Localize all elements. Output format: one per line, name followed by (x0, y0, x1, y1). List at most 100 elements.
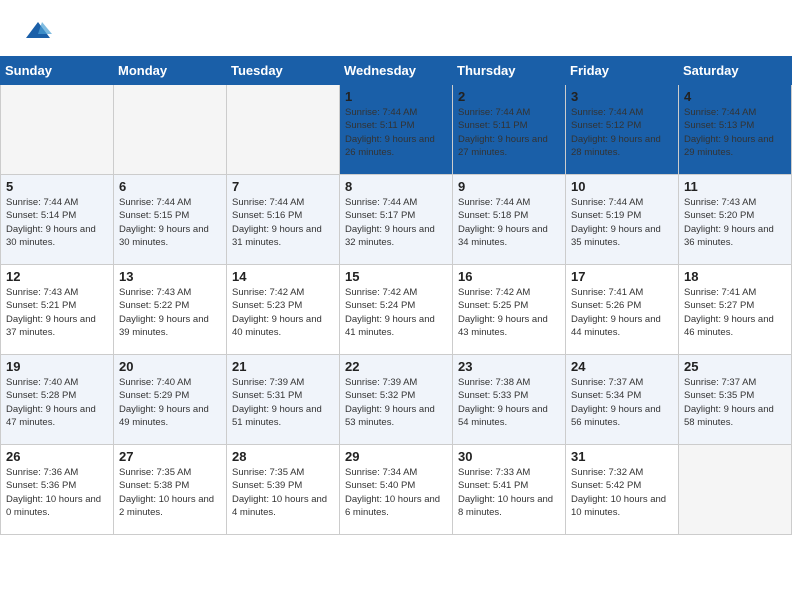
day-info: Sunrise: 7:44 AM Sunset: 5:12 PM Dayligh… (571, 106, 673, 159)
calendar-cell: 14 Sunrise: 7:42 AM Sunset: 5:23 PM Dayli… (227, 265, 340, 355)
day-number: 26 (6, 449, 108, 464)
day-info: Sunrise: 7:32 AM Sunset: 5:42 PM Dayligh… (571, 466, 673, 519)
day-info: Sunrise: 7:41 AM Sunset: 5:27 PM Dayligh… (684, 286, 786, 339)
day-number: 3 (571, 89, 673, 104)
day-info: Sunrise: 7:39 AM Sunset: 5:31 PM Dayligh… (232, 376, 334, 429)
calendar-week-1: 1 Sunrise: 7:44 AM Sunset: 5:11 PM Daylig… (1, 85, 792, 175)
day-info: Sunrise: 7:44 AM Sunset: 5:13 PM Dayligh… (684, 106, 786, 159)
day-info: Sunrise: 7:39 AM Sunset: 5:32 PM Dayligh… (345, 376, 447, 429)
calendar-cell: 21Sunrise: 7:39 AM Sunset: 5:31 PM Dayli… (227, 355, 340, 445)
calendar-cell: 19 Sunrise: 7:40 AM Sunset: 5:28 PM Dayli… (1, 355, 114, 445)
day-info: Sunrise: 7:34 AM Sunset: 5:40 PM Dayligh… (345, 466, 447, 519)
calendar-cell: 10 Sunrise: 7:44 AM Sunset: 5:19 PM Dayli… (566, 175, 679, 265)
calendar-cell: 18Sunrise: 7:41 AM Sunset: 5:27 PM Dayli… (679, 265, 792, 355)
logo (24, 18, 56, 46)
day-info: Sunrise: 7:33 AM Sunset: 5:41 PM Dayligh… (458, 466, 560, 519)
day-number: 1 (345, 89, 447, 104)
day-info: Sunrise: 7:43 AM Sunset: 5:21 PM Dayligh… (6, 286, 108, 339)
day-number: 23 (458, 359, 560, 374)
day-number: 29 (345, 449, 447, 464)
day-info: Sunrise: 7:42 AM Sunset: 5:25 PM Dayligh… (458, 286, 560, 339)
calendar-cell: 2 Sunrise: 7:44 AM Sunset: 5:11 PM Daylig… (453, 85, 566, 175)
calendar-cell: 13Sunrise: 7:43 AM Sunset: 5:22 PM Dayli… (114, 265, 227, 355)
calendar-cell: 3 Sunrise: 7:44 AM Sunset: 5:12 PM Daylig… (566, 85, 679, 175)
calendar-cell: 30 Sunrise: 7:33 AM Sunset: 5:41 PM Dayli… (453, 445, 566, 535)
day-info: Sunrise: 7:44 AM Sunset: 5:14 PM Dayligh… (6, 196, 108, 249)
day-number: 31 (571, 449, 673, 464)
day-number: 5 (6, 179, 108, 194)
calendar-header-saturday: Saturday (679, 57, 792, 85)
calendar-header-row: SundayMondayTuesdayWednesdayThursdayFrid… (1, 57, 792, 85)
calendar-cell: 26 Sunrise: 7:36 AM Sunset: 5:36 PM Dayli… (1, 445, 114, 535)
day-info: Sunrise: 7:35 AM Sunset: 5:38 PM Dayligh… (119, 466, 221, 519)
day-info: Sunrise: 7:44 AM Sunset: 5:16 PM Dayligh… (232, 196, 334, 249)
calendar-header-thursday: Thursday (453, 57, 566, 85)
day-info: Sunrise: 7:44 AM Sunset: 5:17 PM Dayligh… (345, 196, 447, 249)
day-number: 17 (571, 269, 673, 284)
day-number: 27 (119, 449, 221, 464)
calendar-cell: 20 Sunrise: 7:40 AM Sunset: 5:29 PM Dayli… (114, 355, 227, 445)
calendar-cell: 1 Sunrise: 7:44 AM Sunset: 5:11 PM Daylig… (340, 85, 453, 175)
calendar-header-wednesday: Wednesday (340, 57, 453, 85)
calendar-week-5: 26 Sunrise: 7:36 AM Sunset: 5:36 PM Dayli… (1, 445, 792, 535)
day-info: Sunrise: 7:42 AM Sunset: 5:24 PM Dayligh… (345, 286, 447, 339)
calendar-header-friday: Friday (566, 57, 679, 85)
day-number: 12 (6, 269, 108, 284)
calendar-cell (227, 85, 340, 175)
day-number: 14 (232, 269, 334, 284)
day-info: Sunrise: 7:38 AM Sunset: 5:33 PM Dayligh… (458, 376, 560, 429)
day-number: 19 (6, 359, 108, 374)
calendar-cell: 12 Sunrise: 7:43 AM Sunset: 5:21 PM Dayli… (1, 265, 114, 355)
calendar-cell: 25 Sunrise: 7:37 AM Sunset: 5:35 PM Dayli… (679, 355, 792, 445)
day-number: 28 (232, 449, 334, 464)
page-header (0, 0, 792, 56)
day-number: 25 (684, 359, 786, 374)
calendar-cell (1, 85, 114, 175)
day-info: Sunrise: 7:37 AM Sunset: 5:35 PM Dayligh… (684, 376, 786, 429)
calendar-cell: 29 Sunrise: 7:34 AM Sunset: 5:40 PM Dayli… (340, 445, 453, 535)
calendar-table: SundayMondayTuesdayWednesdayThursdayFrid… (0, 56, 792, 535)
calendar-cell (679, 445, 792, 535)
day-info: Sunrise: 7:44 AM Sunset: 5:11 PM Dayligh… (345, 106, 447, 159)
day-number: 30 (458, 449, 560, 464)
calendar-header-sunday: Sunday (1, 57, 114, 85)
day-info: Sunrise: 7:44 AM Sunset: 5:18 PM Dayligh… (458, 196, 560, 249)
day-info: Sunrise: 7:44 AM Sunset: 5:15 PM Dayligh… (119, 196, 221, 249)
day-number: 2 (458, 89, 560, 104)
day-info: Sunrise: 7:35 AM Sunset: 5:39 PM Dayligh… (232, 466, 334, 519)
day-info: Sunrise: 7:44 AM Sunset: 5:11 PM Dayligh… (458, 106, 560, 159)
calendar-cell: 28 Sunrise: 7:35 AM Sunset: 5:39 PM Dayli… (227, 445, 340, 535)
calendar-cell: 4Sunrise: 7:44 AM Sunset: 5:13 PM Daylig… (679, 85, 792, 175)
day-info: Sunrise: 7:40 AM Sunset: 5:28 PM Dayligh… (6, 376, 108, 429)
calendar-cell: 9Sunrise: 7:44 AM Sunset: 5:18 PM Daylig… (453, 175, 566, 265)
day-info: Sunrise: 7:40 AM Sunset: 5:29 PM Dayligh… (119, 376, 221, 429)
calendar-header-tuesday: Tuesday (227, 57, 340, 85)
day-number: 22 (345, 359, 447, 374)
calendar-cell: 31 Sunrise: 7:32 AM Sunset: 5:42 PM Dayli… (566, 445, 679, 535)
calendar-cell (114, 85, 227, 175)
day-info: Sunrise: 7:37 AM Sunset: 5:34 PM Dayligh… (571, 376, 673, 429)
calendar-header-monday: Monday (114, 57, 227, 85)
calendar-cell: 7Sunrise: 7:44 AM Sunset: 5:16 PM Daylig… (227, 175, 340, 265)
day-number: 15 (345, 269, 447, 284)
calendar-cell: 23 Sunrise: 7:38 AM Sunset: 5:33 PM Dayli… (453, 355, 566, 445)
calendar-week-4: 19 Sunrise: 7:40 AM Sunset: 5:28 PM Dayli… (1, 355, 792, 445)
calendar-week-3: 12 Sunrise: 7:43 AM Sunset: 5:21 PM Dayli… (1, 265, 792, 355)
calendar-cell: 8Sunrise: 7:44 AM Sunset: 5:17 PM Daylig… (340, 175, 453, 265)
day-info: Sunrise: 7:44 AM Sunset: 5:19 PM Dayligh… (571, 196, 673, 249)
day-number: 13 (119, 269, 221, 284)
calendar-cell: 17Sunrise: 7:41 AM Sunset: 5:26 PM Dayli… (566, 265, 679, 355)
logo-icon (24, 18, 52, 46)
day-number: 16 (458, 269, 560, 284)
day-info: Sunrise: 7:42 AM Sunset: 5:23 PM Dayligh… (232, 286, 334, 339)
calendar-cell: 22 Sunrise: 7:39 AM Sunset: 5:32 PM Dayli… (340, 355, 453, 445)
day-info: Sunrise: 7:43 AM Sunset: 5:20 PM Dayligh… (684, 196, 786, 249)
day-number: 6 (119, 179, 221, 194)
calendar-cell: 6 Sunrise: 7:44 AM Sunset: 5:15 PM Daylig… (114, 175, 227, 265)
calendar-cell: 24Sunrise: 7:37 AM Sunset: 5:34 PM Dayli… (566, 355, 679, 445)
calendar-cell: 11Sunrise: 7:43 AM Sunset: 5:20 PM Dayli… (679, 175, 792, 265)
day-info: Sunrise: 7:36 AM Sunset: 5:36 PM Dayligh… (6, 466, 108, 519)
day-number: 20 (119, 359, 221, 374)
day-number: 10 (571, 179, 673, 194)
calendar-cell: 27 Sunrise: 7:35 AM Sunset: 5:38 PM Dayli… (114, 445, 227, 535)
